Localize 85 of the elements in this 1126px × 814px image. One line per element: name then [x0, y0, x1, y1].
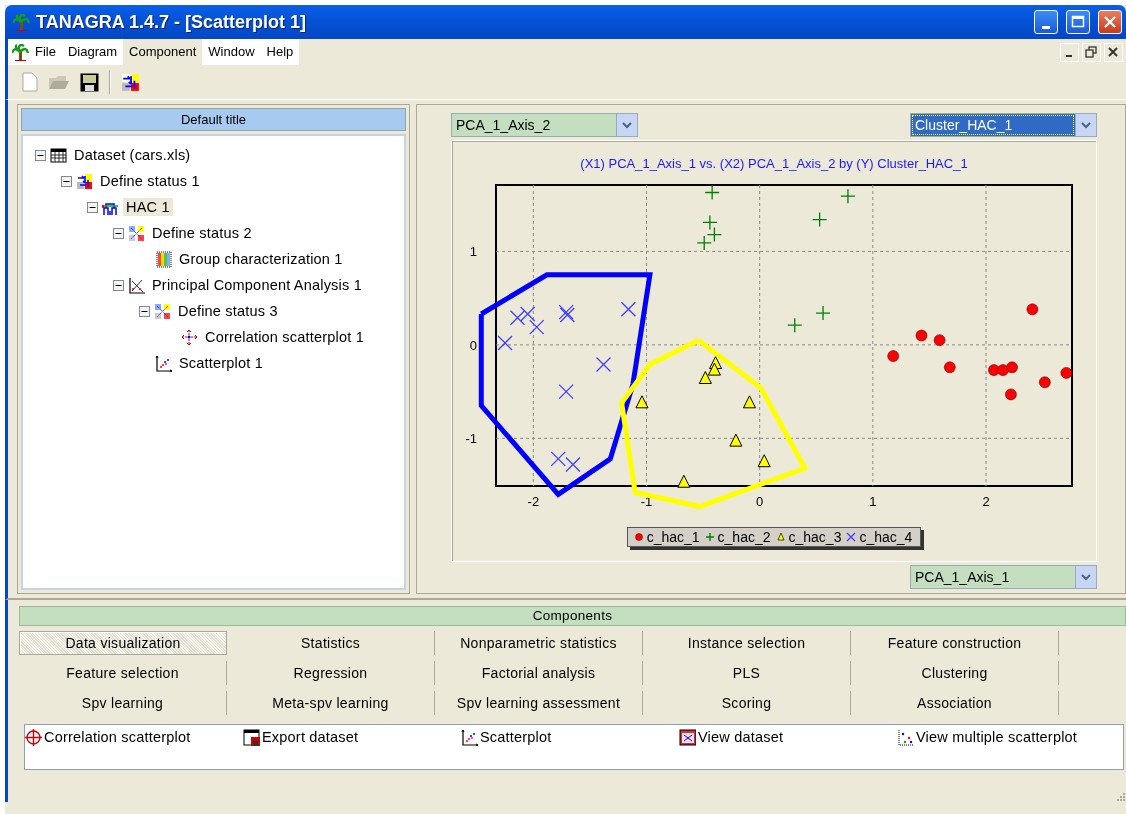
minimize-button[interactable] — [1060, 42, 1079, 62]
collapse-icon[interactable] — [113, 279, 124, 291]
category-tab[interactable]: Spv learning — [19, 691, 227, 715]
x-tick-label: -1 — [640, 494, 653, 509]
category-tab[interactable]: Spv learning assessment — [435, 691, 643, 715]
arrows-grid-icon[interactable] — [121, 72, 140, 92]
category-tab[interactable]: PLS — [643, 661, 851, 685]
axes-cross-icon — [128, 276, 145, 294]
chevron-down-icon — [622, 121, 632, 129]
export-table-icon — [243, 729, 260, 746]
category-tab[interactable]: Feature construction — [851, 631, 1059, 655]
x-tick-label: -2 — [527, 494, 540, 509]
category-tab[interactable]: Regression — [227, 661, 435, 685]
collapse-icon[interactable] — [35, 149, 46, 161]
panel-header: Components — [19, 606, 1126, 626]
category-tab[interactable]: Meta-spv learning — [227, 691, 435, 715]
palm-tree-icon — [12, 43, 29, 61]
category-tab[interactable]: Feature selection — [19, 661, 227, 685]
tool-entry[interactable]: Export dataset — [262, 729, 359, 745]
tree-item[interactable]: Correlation scatterplot 1 — [202, 328, 367, 346]
menu-item[interactable]: File — [29, 39, 62, 65]
arrows-grid-icon — [76, 172, 93, 190]
table-icon — [50, 146, 67, 164]
maximize-button[interactable] — [1066, 10, 1090, 34]
window-title: TANAGRA 1.4.7 - [Scatterplot 1] — [36, 11, 308, 33]
category-tab[interactable]: Factorial analysis — [435, 661, 643, 685]
menu-item[interactable]: Diagram — [61, 39, 124, 65]
legend-label: c_hac_1 — [646, 529, 700, 545]
restore-button[interactable] — [1082, 42, 1101, 62]
legend-label: c_hac_3 — [788, 529, 842, 545]
minimize-icon — [1042, 25, 1050, 29]
tool-entry[interactable]: Scatterplot — [480, 729, 552, 745]
collapse-icon[interactable] — [139, 305, 150, 317]
table-view-icon — [679, 729, 696, 746]
menu-item[interactable]: Window — [202, 39, 261, 65]
minimize-button[interactable] — [1034, 10, 1058, 34]
save-icon[interactable] — [80, 72, 99, 92]
category-tab[interactable]: Instance selection — [643, 631, 851, 655]
tool-entry[interactable]: Correlation scatterplot — [44, 729, 191, 745]
tree-item[interactable]: Group characterization 1 — [176, 250, 346, 268]
multi-scatter-icon — [897, 729, 914, 746]
collapse-icon[interactable] — [87, 201, 98, 213]
chevron-down-icon — [1081, 121, 1091, 129]
tree-item[interactable]: HAC 1 — [123, 198, 173, 216]
tree-item[interactable]: Principal Component Analysis 1 — [149, 276, 365, 294]
maximize-icon — [1070, 14, 1086, 30]
category-tab[interactable]: Nonparametric statistics — [435, 631, 643, 655]
tree-item[interactable]: Scatterplot 1 — [176, 354, 266, 372]
category-tab[interactable]: Scoring — [643, 691, 851, 715]
chart-title: (X1) PCA_1_Axis_1 vs. (X2) PCA_1_Axis_2 by (Y) Cluster_HAC_1 — [580, 156, 968, 173]
category-tab[interactable]: Clustering — [851, 661, 1059, 685]
legend-label: c_hac_2 — [717, 529, 771, 545]
tool-entry[interactable]: View dataset — [698, 729, 784, 745]
x-tick-label: 2 — [982, 494, 990, 509]
legend-label: c_hac_4 — [859, 529, 913, 545]
chevron-down-icon — [1081, 573, 1091, 581]
tree-item[interactable]: Define status 2 — [149, 224, 255, 242]
collapse-icon[interactable] — [61, 175, 72, 187]
panel-header: Default title — [21, 108, 406, 131]
close-button[interactable] — [1104, 42, 1123, 62]
x-tick-label: 0 — [756, 494, 764, 509]
x-tick-label: 1 — [869, 494, 877, 509]
menu-item[interactable]: Help — [260, 39, 300, 65]
y-tick-label: 0 — [469, 337, 477, 353]
crosshair-icon — [25, 729, 42, 746]
resize-grip-icon — [1116, 792, 1126, 802]
menu-item[interactable]: Component — [123, 39, 203, 65]
y-tick-label: 1 — [469, 244, 477, 260]
category-tab[interactable]: Data visualization — [19, 631, 227, 655]
y-tick-label: -1 — [465, 431, 477, 447]
tree-item[interactable]: Define status 3 — [175, 302, 281, 320]
scatterplot-icon — [461, 729, 478, 746]
close-icon — [1102, 14, 1118, 30]
tool-entry[interactable]: View multiple scatterplot — [916, 729, 1078, 745]
grid-icon — [154, 302, 171, 320]
scatterplot-icon — [155, 354, 172, 372]
tree-item[interactable]: Dataset (cars.xls) — [71, 146, 194, 164]
category-tab[interactable]: Association — [851, 691, 1059, 715]
category-tab[interactable]: Statistics — [227, 631, 435, 655]
tree-item[interactable]: Define status 1 — [97, 172, 203, 190]
crosshair-arrows-icon — [181, 328, 198, 346]
color-bars-icon — [155, 250, 172, 268]
collapse-icon[interactable] — [113, 227, 124, 239]
grid-icon — [128, 224, 145, 242]
palm-tree-icon — [13, 13, 30, 31]
